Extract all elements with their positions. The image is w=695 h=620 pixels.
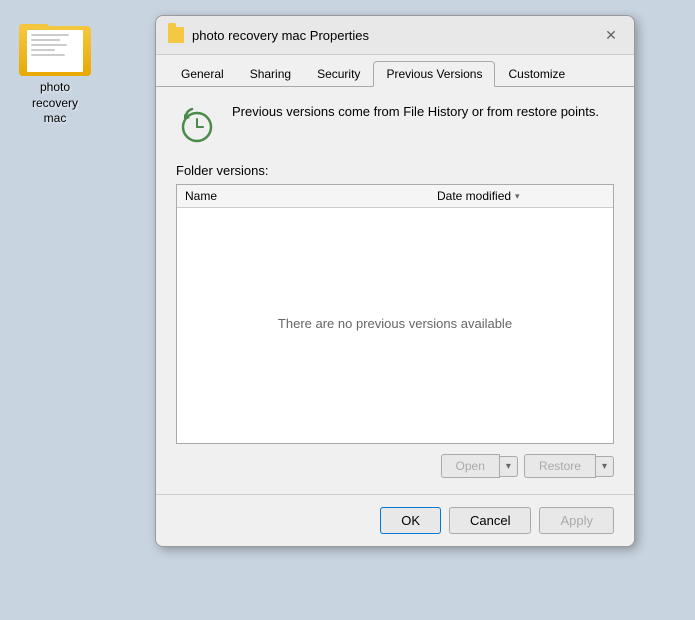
desktop: photo recovery mac photo recovery mac Pr… bbox=[0, 0, 695, 620]
tab-sharing[interactable]: Sharing bbox=[237, 61, 304, 86]
empty-message: There are no previous versions available bbox=[278, 316, 512, 331]
ok-button[interactable]: OK bbox=[380, 507, 441, 534]
tab-general[interactable]: General bbox=[168, 61, 237, 86]
open-dropdown-button[interactable]: ▾ bbox=[500, 456, 518, 477]
properties-dialog: photo recovery mac Properties ✕ General … bbox=[155, 15, 635, 547]
info-section: Previous versions come from File History… bbox=[176, 103, 614, 145]
folder-label: photo recovery mac bbox=[16, 80, 94, 127]
tab-customize[interactable]: Customize bbox=[495, 61, 578, 86]
versions-table: Name Date modified ▾ There are no previo… bbox=[176, 184, 614, 444]
folder-image bbox=[19, 16, 91, 76]
tab-previous-versions[interactable]: Previous Versions bbox=[373, 61, 495, 87]
apply-button[interactable]: Apply bbox=[539, 507, 614, 534]
table-header: Name Date modified ▾ bbox=[177, 185, 613, 208]
sort-arrow-icon: ▾ bbox=[515, 191, 520, 202]
cancel-button[interactable]: Cancel bbox=[449, 507, 531, 534]
table-body: There are no previous versions available bbox=[177, 208, 613, 438]
restore-dropdown-button[interactable]: ▾ bbox=[596, 456, 614, 477]
tab-bar: General Sharing Security Previous Versio… bbox=[156, 55, 634, 87]
title-bar: photo recovery mac Properties ✕ bbox=[156, 16, 634, 55]
section-label: Folder versions: bbox=[176, 163, 614, 178]
open-button[interactable]: Open bbox=[441, 454, 500, 478]
close-button[interactable]: ✕ bbox=[600, 24, 622, 46]
column-date-modified: Date modified ▾ bbox=[437, 189, 605, 203]
column-name: Name bbox=[185, 189, 437, 203]
open-action: Open ▾ bbox=[441, 454, 518, 478]
desktop-folder-icon[interactable]: photo recovery mac bbox=[10, 10, 100, 133]
restore-action: Restore ▾ bbox=[524, 454, 614, 478]
restore-button[interactable]: Restore bbox=[524, 454, 596, 478]
dialog-title: photo recovery mac Properties bbox=[192, 28, 369, 43]
info-text: Previous versions come from File History… bbox=[232, 103, 599, 121]
dialog-folder-icon bbox=[168, 27, 184, 43]
history-icon bbox=[176, 103, 218, 145]
tab-content: Previous versions come from File History… bbox=[156, 87, 634, 494]
tab-security[interactable]: Security bbox=[304, 61, 373, 86]
action-buttons: Open ▾ Restore ▾ bbox=[176, 454, 614, 478]
footer: OK Cancel Apply bbox=[156, 494, 634, 546]
title-bar-left: photo recovery mac Properties bbox=[168, 27, 369, 43]
